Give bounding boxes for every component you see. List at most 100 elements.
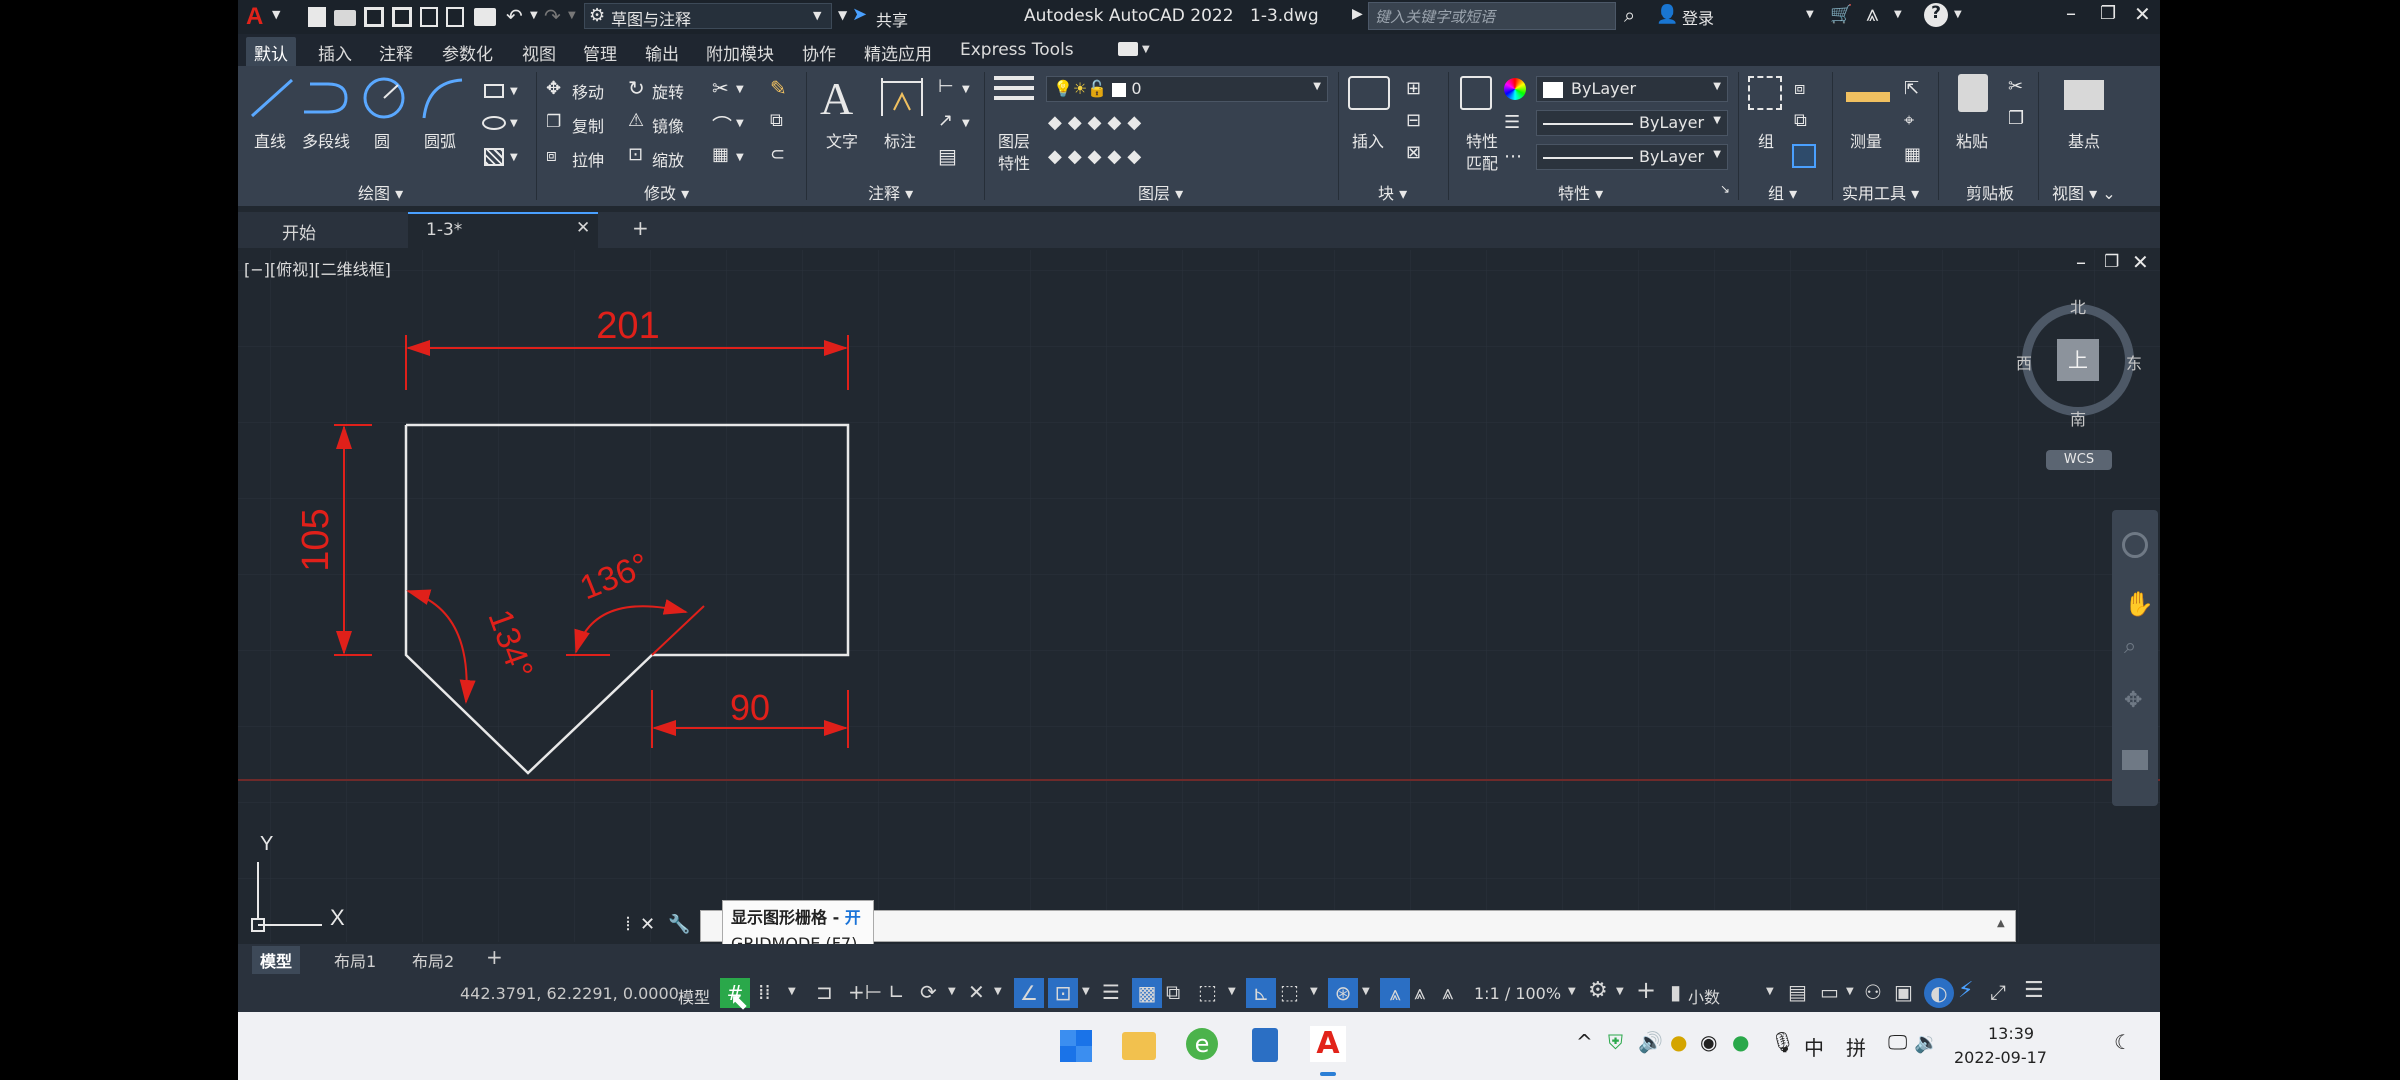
- polar-tracking-icon[interactable]: ⟳: [920, 980, 937, 1004]
- polyline-icon[interactable]: [300, 76, 352, 120]
- chevron-right-icon[interactable]: ▶: [1352, 6, 1363, 22]
- group-edit-icon[interactable]: ⧉: [1794, 110, 1807, 131]
- zoom-extents-icon[interactable]: ⌕: [2124, 634, 2136, 659]
- showmotion-icon[interactable]: [2122, 750, 2148, 770]
- wcs-menu[interactable]: WCS: [2046, 450, 2112, 470]
- network-tray-icon[interactable]: 🖵: [1888, 1030, 1907, 1054]
- graphics-perf-icon[interactable]: ⚡: [1958, 978, 1973, 1003]
- linetype-dropdown[interactable]: ByLayer ▼: [1536, 144, 1728, 170]
- trim-icon[interactable]: ✂: [712, 76, 729, 100]
- copy-icon[interactable]: ❐: [546, 112, 561, 132]
- create-block-icon[interactable]: ⊞: [1406, 78, 1421, 99]
- leader-icon[interactable]: ⊢: [938, 76, 954, 97]
- erase-icon[interactable]: ✎: [770, 76, 787, 100]
- explode-icon[interactable]: ⧉: [770, 110, 783, 131]
- properties-panel-title[interactable]: 特性 ▾: [1558, 180, 1603, 204]
- annotation-panel-title[interactable]: 注释 ▾: [868, 180, 913, 204]
- clock-date[interactable]: 2022-09-17: [1954, 1048, 2047, 1067]
- text-icon[interactable]: A: [820, 72, 853, 125]
- measure-icon[interactable]: [1846, 92, 1890, 102]
- match-properties-icon[interactable]: [1460, 76, 1492, 110]
- windows-start-icon[interactable]: [1060, 1030, 1092, 1062]
- quick-properties-icon[interactable]: ▤: [1788, 980, 1807, 1004]
- viewport-close-icon[interactable]: ✕: [2132, 250, 2149, 274]
- move-button[interactable]: 移动: [572, 79, 604, 103]
- 3d-osnap-icon[interactable]: ⬚: [1198, 980, 1217, 1004]
- panel-launcher-icon[interactable]: ↘: [1720, 182, 1730, 196]
- app-tray-icon[interactable]: ●: [1670, 1030, 1687, 1054]
- microphone-tray-icon[interactable]: 🎙: [1770, 1030, 1795, 1054]
- view-panel-title[interactable]: 视图 ▾ ⌄: [2052, 180, 2116, 204]
- scale-button[interactable]: 缩放: [652, 147, 684, 171]
- customization-menu-icon[interactable]: ☰: [2024, 978, 2044, 1003]
- groups-panel-title[interactable]: 组 ▾: [1768, 180, 1797, 204]
- qq-tray-icon[interactable]: ◉: [1700, 1030, 1717, 1054]
- workspace-dropdown-icon[interactable]: ▼: [1616, 986, 1624, 997]
- array-dropdown-icon[interactable]: ▼: [736, 152, 744, 163]
- new-tab-button[interactable]: +: [632, 216, 649, 240]
- command-close-icon[interactable]: ✕: [640, 914, 655, 935]
- stretch-icon[interactable]: ⧈: [546, 146, 557, 166]
- lock-ui-dropdown-icon[interactable]: ▼: [1846, 986, 1854, 997]
- rotate-button[interactable]: 旋转: [652, 79, 684, 103]
- units-icon[interactable]: ▮: [1670, 980, 1681, 1004]
- annotation-visibility-icon[interactable]: ⩓: [1380, 978, 1410, 1008]
- object-snap-icon[interactable]: ⊡: [1048, 978, 1078, 1008]
- block-panel-title[interactable]: 块 ▾: [1378, 180, 1407, 204]
- layer-properties-button[interactable]: 图层: [998, 128, 1030, 152]
- tab-drawing-current[interactable]: 1-3* ✕: [408, 212, 598, 248]
- trim-dropdown-icon[interactable]: ▼: [736, 84, 744, 95]
- restore-icon[interactable]: ❐: [2100, 3, 2116, 24]
- move-icon[interactable]: ✥: [546, 78, 561, 99]
- hatch-icon[interactable]: [484, 148, 504, 166]
- layer-tools-row2-icon[interactable]: ◆◆◆◆◆: [1048, 146, 1147, 167]
- tab-default[interactable]: 默认: [246, 37, 296, 68]
- match-properties-button[interactable]: 特性: [1466, 128, 1498, 152]
- minimize-icon[interactable]: –: [2066, 1, 2076, 25]
- dimension-button[interactable]: 标注: [884, 128, 916, 152]
- steering-wheel-icon[interactable]: [2122, 532, 2148, 558]
- focus-assist-icon[interactable]: ☾: [2114, 1030, 2132, 1054]
- save-to-web-icon[interactable]: [446, 7, 464, 27]
- ellipse-icon[interactable]: [482, 116, 506, 130]
- workspace-switcher[interactable]: ⚙ 草图与注释 ▼: [584, 3, 832, 29]
- customize-qat-icon[interactable]: ▼: [838, 8, 847, 22]
- line-button[interactable]: 直线: [254, 128, 286, 152]
- tray-chevron-icon[interactable]: ^: [1576, 1030, 1593, 1054]
- undo-dropdown-icon[interactable]: ▼: [530, 10, 538, 21]
- rectangle-icon[interactable]: [484, 84, 504, 98]
- snap-dropdown-icon[interactable]: ▼: [788, 986, 796, 997]
- block-attribute-icon[interactable]: ⊠: [1406, 142, 1421, 163]
- linetype-icon[interactable]: ⋯: [1504, 146, 1522, 167]
- security-tray-icon[interactable]: ⛨: [1608, 1030, 1623, 1054]
- lineweight-icon[interactable]: ☰: [1504, 112, 1520, 133]
- rotate-icon[interactable]: ↻: [628, 76, 645, 100]
- tab-collaborate[interactable]: 协作: [802, 40, 836, 65]
- tab-layout1[interactable]: 布局1: [334, 948, 376, 972]
- drawing-canvas[interactable]: 201 105 90 134° 136° Y X [−][俯视][二维线框] –…: [238, 250, 2160, 942]
- layer-properties-icon[interactable]: [994, 76, 1034, 110]
- annotation-scale-value[interactable]: 1:1 / 100%: [1474, 984, 1561, 1003]
- isodraft-dropdown-icon[interactable]: ▼: [994, 986, 1002, 997]
- layer-tools-row1-icon[interactable]: ◆◆◆◆◆: [1048, 112, 1147, 133]
- lock-ui-icon[interactable]: ▭: [1820, 980, 1839, 1004]
- dynamic-ucs-icon[interactable]: ⊾: [1246, 978, 1276, 1008]
- new-layout-button[interactable]: +: [486, 945, 503, 969]
- search-icon[interactable]: ⌕: [1624, 3, 1635, 27]
- polyline-button[interactable]: 多段线: [302, 128, 350, 152]
- viewcube-east[interactable]: 东: [2126, 350, 2142, 374]
- isolate-objects-icon[interactable]: ⚇: [1864, 980, 1882, 1004]
- command-line[interactable]: ▲: [700, 910, 2016, 942]
- copy-clip-icon[interactable]: ❐: [2008, 108, 2024, 129]
- speaker-tray-icon[interactable]: 🔉: [1914, 1030, 1939, 1054]
- clipboard-panel-title[interactable]: 剪贴板: [1966, 180, 2014, 204]
- mirror-button[interactable]: 镜像: [652, 113, 684, 137]
- offset-icon[interactable]: ⊂: [770, 144, 785, 165]
- a360-dropdown-icon[interactable]: ▼: [1894, 9, 1902, 20]
- calculator-icon[interactable]: ▦: [1904, 144, 1921, 165]
- tab-annotate[interactable]: 注释: [379, 40, 413, 65]
- dimension-icon[interactable]: [878, 76, 926, 120]
- gizmo-icon[interactable]: ⊛: [1328, 978, 1358, 1008]
- ellipse-dropdown-icon[interactable]: ▼: [510, 118, 518, 129]
- redo-dropdown-icon[interactable]: ▼: [568, 10, 576, 21]
